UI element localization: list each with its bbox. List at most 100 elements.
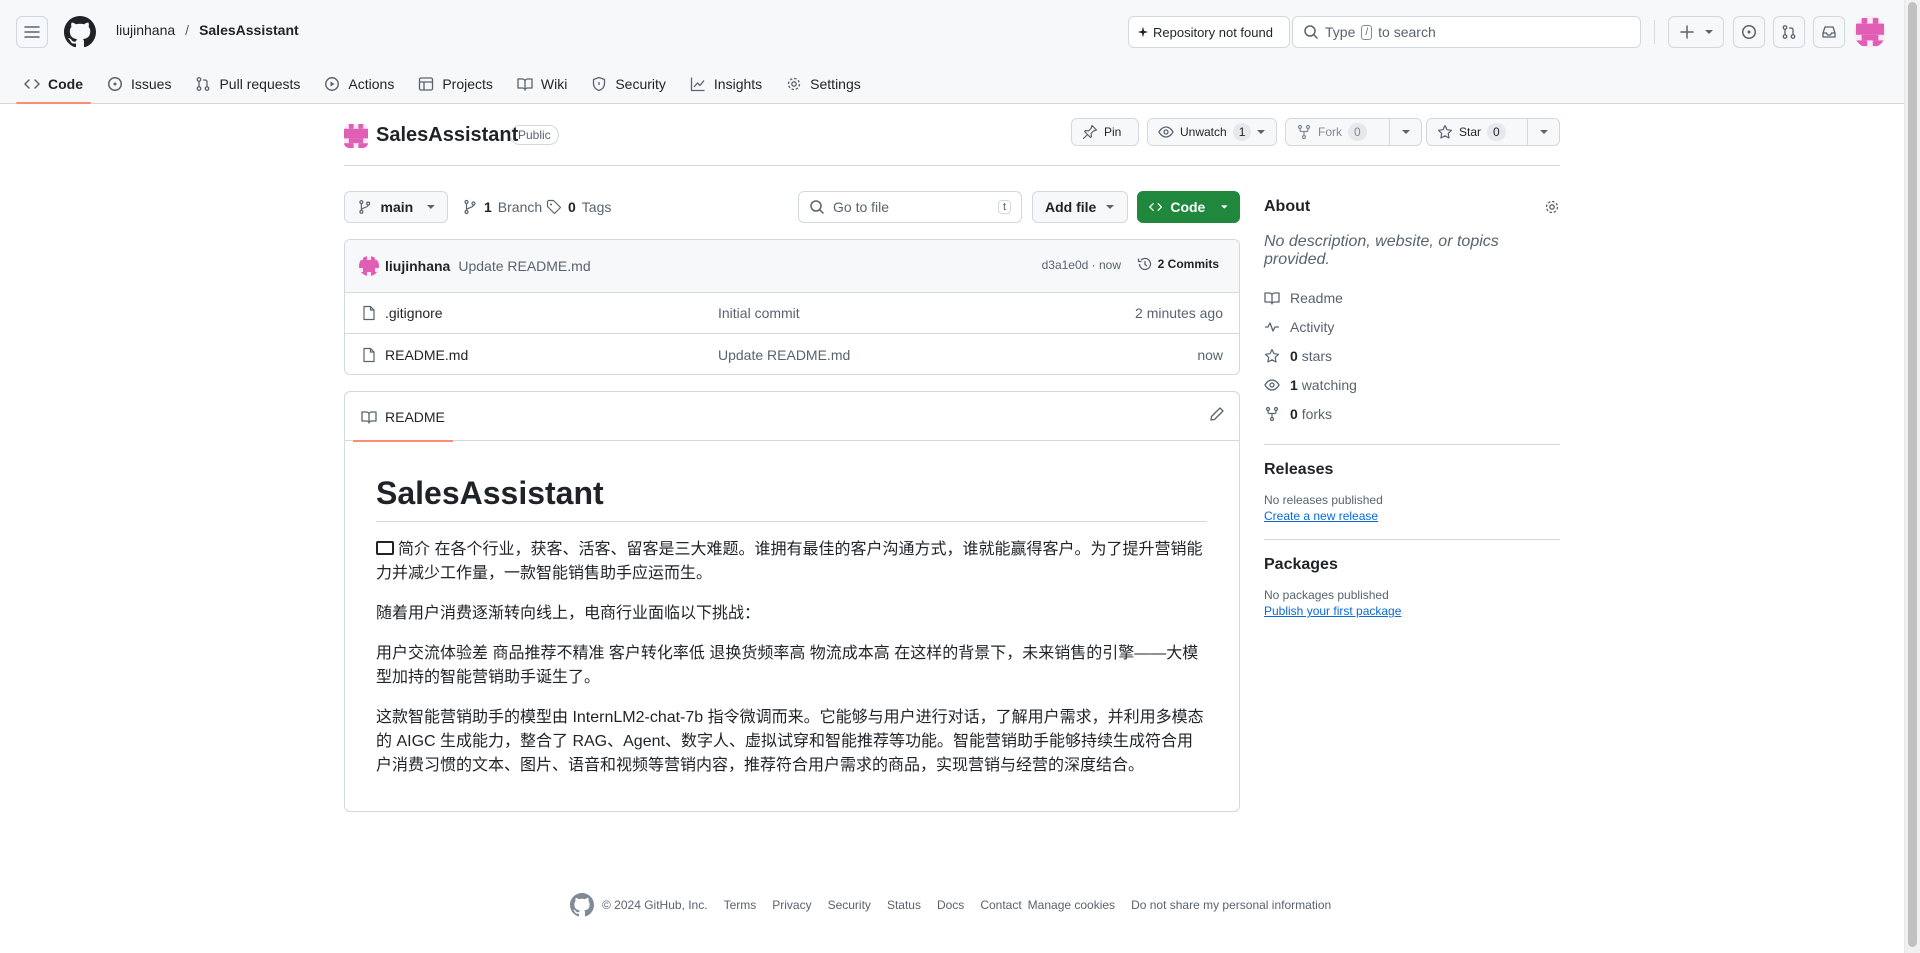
unwatch-dropdown[interactable] xyxy=(1257,119,1271,145)
readme-link[interactable]: Readme xyxy=(1264,283,1560,312)
footer-link-contact[interactable]: Contact xyxy=(980,898,1021,912)
commit-message-link[interactable]: Update README.md xyxy=(458,258,590,274)
breadcrumb-separator: / xyxy=(185,22,190,38)
file-commit-message[interactable]: Update README.md xyxy=(718,347,850,363)
tab-pull-requests[interactable]: Pull requests xyxy=(187,64,308,104)
repo-owner-avatar[interactable] xyxy=(344,124,368,148)
publish-package-link[interactable]: Publish your first package xyxy=(1264,604,1401,618)
stars-link[interactable]: 0 stars xyxy=(1264,341,1560,370)
commit-author-avatar[interactable] xyxy=(359,256,379,276)
fork-dropdown[interactable] xyxy=(1389,119,1421,145)
tab-wiki[interactable]: Wiki xyxy=(509,64,575,104)
pin-button[interactable]: Pin xyxy=(1071,118,1139,146)
footer: © 2024 GitHub, Inc. Terms Privacy Securi… xyxy=(570,893,1347,917)
tab-settings[interactable]: Settings xyxy=(778,64,869,104)
unwatch-button[interactable]: Unwatch 1 xyxy=(1147,118,1277,146)
add-file-button[interactable]: Add file xyxy=(1032,191,1128,223)
file-icon xyxy=(363,347,375,362)
footer-link-privacy[interactable]: Privacy xyxy=(772,898,811,912)
issue-opened-icon xyxy=(1742,25,1756,39)
edit-about-button[interactable] xyxy=(1544,199,1560,215)
tags-label: Tags xyxy=(581,199,612,215)
visibility-badge: Public xyxy=(510,125,559,145)
tab-projects-label: Projects xyxy=(442,76,493,92)
file-name-link[interactable]: .gitignore xyxy=(385,305,443,321)
pin-label: Pin xyxy=(1104,125,1122,139)
star-dropdown[interactable] xyxy=(1527,119,1559,145)
repository-not-found-button[interactable]: Repository not found xyxy=(1128,16,1290,48)
readme-panel: README SalesAssistant 简介 在各个行业，获客、活客、留客是… xyxy=(344,391,1240,812)
tab-security[interactable]: Security xyxy=(583,64,674,104)
tab-issues[interactable]: Issues xyxy=(99,64,179,104)
code-icon xyxy=(24,79,40,89)
go-to-file-shortcut: t xyxy=(997,200,1011,214)
user-avatar[interactable] xyxy=(1854,16,1886,48)
latest-commit-bar: liujinhana Update README.md d3a1e0d · no… xyxy=(345,240,1239,293)
readme-paragraph: 随着用户消费逐渐转向线上，电商行业面临以下挑战： xyxy=(376,605,761,622)
star-button[interactable]: Star 0 xyxy=(1426,118,1560,146)
tab-code[interactable]: Code xyxy=(16,64,91,104)
commit-hash-time[interactable]: d3a1e0d · now xyxy=(1042,258,1121,272)
page-scrollbar[interactable] xyxy=(1904,0,1920,953)
triangle-down-icon xyxy=(427,205,435,209)
pull-requests-button[interactable] xyxy=(1773,16,1805,48)
github-logo-icon[interactable] xyxy=(64,16,96,48)
activity-link[interactable]: Activity xyxy=(1264,312,1560,341)
breadcrumb-owner-link[interactable]: liujinhana xyxy=(112,22,179,38)
issues-button[interactable] xyxy=(1733,16,1765,48)
forks-label: forks xyxy=(1301,405,1333,422)
git-branch-icon xyxy=(359,200,371,214)
go-to-file-input[interactable]: Go to file t xyxy=(798,191,1022,223)
file-name-link[interactable]: README.md xyxy=(385,347,468,363)
readme-link-label: Readme xyxy=(1290,289,1343,306)
readme-tab[interactable]: README xyxy=(353,392,453,442)
branches-link[interactable]: 1 Branch xyxy=(462,199,542,215)
branch-name: main xyxy=(380,199,414,215)
tab-actions[interactable]: Actions xyxy=(316,64,402,104)
star-icon xyxy=(1264,348,1280,363)
tags-link[interactable]: 0 Tags xyxy=(546,199,611,215)
gear-icon xyxy=(1545,200,1559,214)
github-mark-icon[interactable] xyxy=(570,893,594,917)
table-row[interactable]: README.md Update README.md now xyxy=(345,334,1239,374)
forks-link[interactable]: 0 forks xyxy=(1264,399,1560,428)
footer-link-docs[interactable]: Docs xyxy=(937,898,964,912)
footer-link-security[interactable]: Security xyxy=(828,898,871,912)
commit-author-link[interactable]: liujinhana xyxy=(385,258,450,274)
breadcrumb-repo-link[interactable]: SalesAssistant xyxy=(195,22,303,38)
footer-copyright: © 2024 GitHub, Inc. xyxy=(602,898,708,912)
edit-readme-button[interactable] xyxy=(1209,406,1225,422)
readme-paragraph: 简介 在各个行业，获客、活客、留客是三大难题。谁拥有最佳的客户沟通方式，谁就能赢… xyxy=(376,538,1207,586)
commits-link[interactable]: 2 Commits xyxy=(1137,256,1219,272)
search-placeholder-post: to search xyxy=(1378,24,1436,40)
table-row[interactable]: .gitignore Initial commit 2 minutes ago xyxy=(345,293,1239,334)
create-release-link[interactable]: Create a new release xyxy=(1264,509,1378,523)
file-icon xyxy=(363,305,375,321)
file-toolbar: main 1 Branch 0 Tags Go to file t Add fi… xyxy=(344,191,1240,223)
scrollbar-thumb[interactable] xyxy=(1908,2,1917,947)
file-commit-message[interactable]: Initial commit xyxy=(718,305,800,321)
identicon-icon xyxy=(359,256,379,276)
footer-link-terms[interactable]: Terms xyxy=(724,898,757,912)
fork-button[interactable]: Fork 0 xyxy=(1285,118,1422,146)
watching-link[interactable]: 1 watching xyxy=(1264,370,1560,399)
branch-selector[interactable]: main xyxy=(344,191,448,223)
menu-button[interactable] xyxy=(16,16,48,48)
footer-link-manage-cookies[interactable]: Manage cookies xyxy=(1028,898,1115,912)
create-new-button[interactable] xyxy=(1668,16,1724,48)
tab-insights[interactable]: Insights xyxy=(682,64,770,104)
star-icon xyxy=(1437,124,1453,139)
graph-icon xyxy=(690,77,705,92)
readme-tab-label: README xyxy=(385,408,445,425)
releases-title[interactable]: Releases xyxy=(1264,461,1560,479)
readme-header: README xyxy=(345,392,1239,442)
footer-link-do-not-share[interactable]: Do not share my personal information xyxy=(1131,898,1331,912)
repo-name-link[interactable]: SalesAssistant xyxy=(376,124,518,147)
tab-projects[interactable]: Projects xyxy=(410,64,501,104)
packages-title[interactable]: Packages xyxy=(1264,556,1560,574)
search-input[interactable]: Type / to search xyxy=(1292,16,1641,48)
tags-count: 0 xyxy=(568,199,576,215)
footer-link-status[interactable]: Status xyxy=(887,898,921,912)
inbox-button[interactable] xyxy=(1813,16,1845,48)
code-button[interactable]: Code xyxy=(1137,191,1240,223)
